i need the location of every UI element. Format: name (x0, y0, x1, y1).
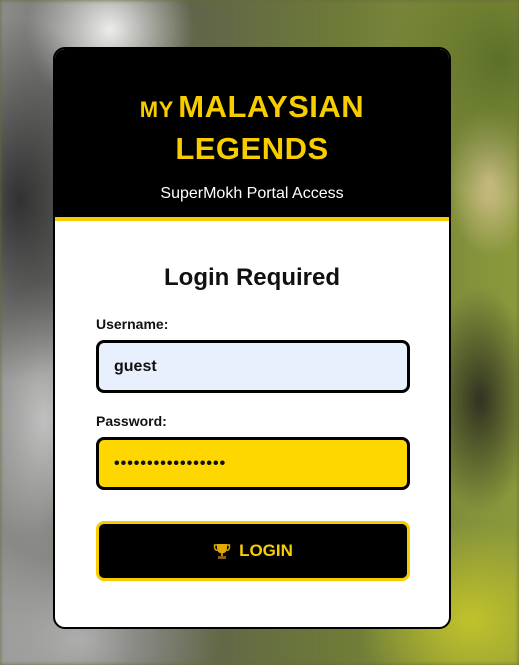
username-field[interactable] (96, 340, 410, 393)
brand-title: MY MALAYSIAN LEGENDS (55, 89, 449, 173)
login-button[interactable]: LOGIN (96, 521, 410, 581)
login-heading: Login Required (164, 264, 340, 291)
login-card: MY MALAYSIAN LEGENDS SuperMokh Portal Ac… (53, 47, 451, 629)
brand-prefix: MY (139, 97, 174, 122)
login-form: Login Required Username: Password: LOGIN (55, 264, 449, 581)
portal-subtitle: SuperMokh Portal Access (160, 185, 344, 202)
login-button-label: LOGIN (239, 541, 293, 560)
password-label: Password: (96, 413, 167, 429)
brand-line2: LEGENDS (175, 131, 329, 166)
username-label: Username: (96, 316, 169, 332)
brand-line1: MALAYSIAN (178, 89, 365, 124)
password-field[interactable] (96, 437, 410, 490)
trophy-icon (213, 542, 231, 560)
card-header: MY MALAYSIAN LEGENDS SuperMokh Portal Ac… (55, 49, 449, 221)
